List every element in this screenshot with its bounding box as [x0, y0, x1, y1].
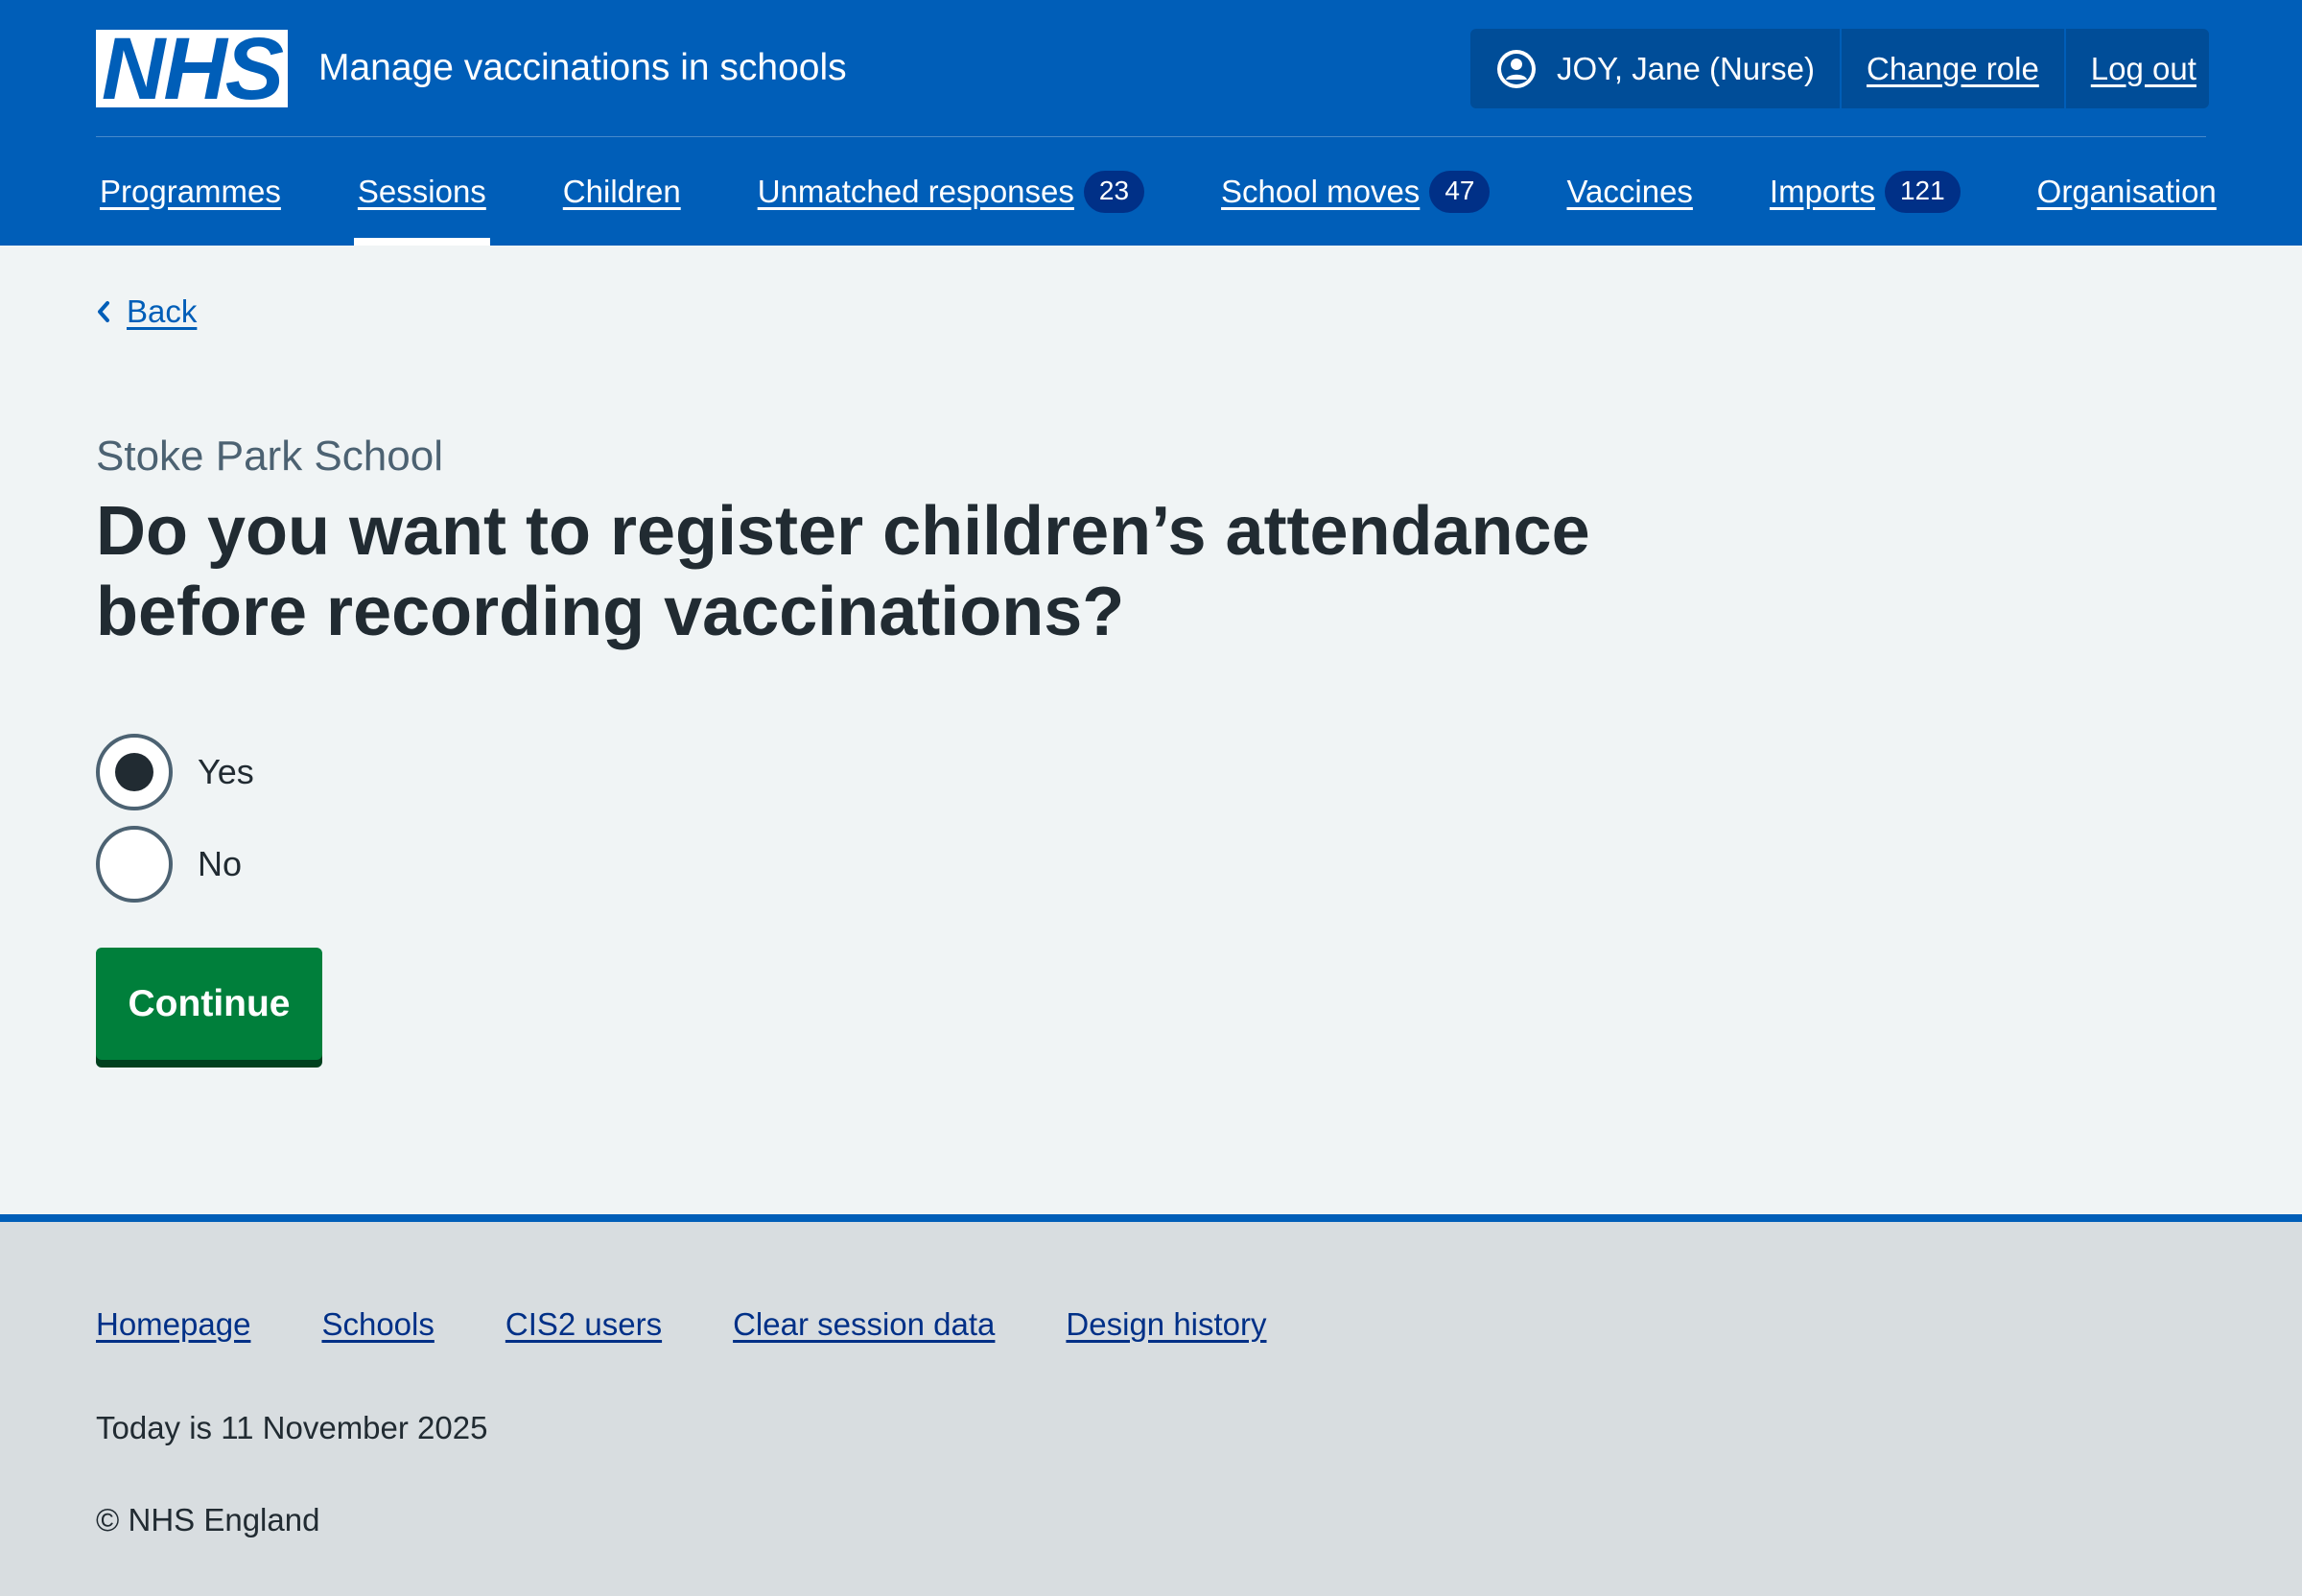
user-icon — [1497, 49, 1536, 88]
nav-item-label: Sessions — [357, 173, 486, 209]
nav-item-imports[interactable]: Imports 121 — [1766, 137, 1964, 246]
radio-no-label[interactable]: No — [198, 844, 242, 884]
nhs-logo[interactable]: NHS — [96, 25, 288, 113]
nav-item-label: School moves — [1221, 173, 1421, 209]
radio-option-no[interactable]: No — [96, 826, 242, 903]
chevron-left-icon — [98, 301, 109, 322]
nav-item-unmatched-responses[interactable]: Unmatched responses 23 — [754, 137, 1148, 246]
nav-item-label: Vaccines — [1566, 173, 1693, 209]
footer-link-schools[interactable]: Schools — [321, 1306, 434, 1343]
count-badge: 47 — [1429, 170, 1491, 213]
page-caption: Stoke Park School — [96, 433, 443, 480]
continue-button[interactable]: Continue — [96, 948, 322, 1060]
nav-item-label: Children — [562, 173, 681, 209]
site-header: NHS Manage vaccinations in schools JOY, … — [0, 0, 2302, 246]
nhs-logo-text: NHS — [101, 19, 284, 118]
copyright: © NHS England — [96, 1502, 320, 1537]
footer-link-design-history[interactable]: Design history — [1066, 1306, 1266, 1343]
footer-link-homepage[interactable]: Homepage — [96, 1306, 250, 1343]
account-user: JOY, Jane (Nurse) — [1470, 29, 1842, 108]
nav-item-label: Organisation — [2036, 173, 2217, 209]
service-name[interactable]: Manage vaccinations in schools — [318, 46, 847, 90]
nav-item-school-moves[interactable]: School moves 47 — [1217, 137, 1493, 246]
radio-yes-label[interactable]: Yes — [198, 752, 254, 792]
back-link[interactable]: Back — [96, 293, 197, 330]
primary-navigation: Programmes Sessions Children Unmatched resp… — [96, 137, 2217, 246]
radio-option-yes[interactable]: Yes — [96, 734, 254, 810]
nav-item-programmes[interactable]: Programmes — [96, 137, 285, 246]
nav-item-sessions[interactable]: Sessions — [353, 137, 490, 246]
nav-item-organisation[interactable]: Organisation — [2033, 137, 2220, 246]
nav-item-label: Programmes — [100, 173, 281, 209]
nav-item-label: Unmatched responses — [757, 173, 1074, 209]
count-badge: 23 — [1083, 170, 1145, 213]
nav-item-label: Imports — [1769, 173, 1875, 209]
site-footer: Homepage Schools CIS2 users Clear session d… — [0, 1214, 2302, 1596]
account-bar: JOY, Jane (Nurse) Change role Log out — [1470, 29, 2209, 108]
footer-link-clear-session-data[interactable]: Clear session data — [733, 1306, 995, 1343]
page-title: Do you want to register children’s atten… — [96, 493, 1590, 650]
nav-item-vaccines[interactable]: Vaccines — [1562, 137, 1696, 246]
back-label: Back — [127, 293, 198, 329]
account-user-name: JOY, Jane (Nurse) — [1557, 50, 1815, 86]
change-role-link[interactable]: Change role — [1842, 29, 2064, 108]
today-date: Today is 11 November 2025 — [96, 1410, 488, 1445]
log-out-link[interactable]: Log out — [2063, 29, 2221, 108]
footer-link-cis2-users[interactable]: CIS2 users — [505, 1306, 662, 1343]
radio-no-input[interactable] — [96, 826, 173, 903]
footer-links: Homepage Schools CIS2 users Clear session d… — [96, 1306, 1338, 1343]
nav-item-children[interactable]: Children — [559, 137, 685, 246]
count-badge: 121 — [1884, 170, 1961, 213]
radio-yes-input[interactable] — [96, 734, 173, 810]
